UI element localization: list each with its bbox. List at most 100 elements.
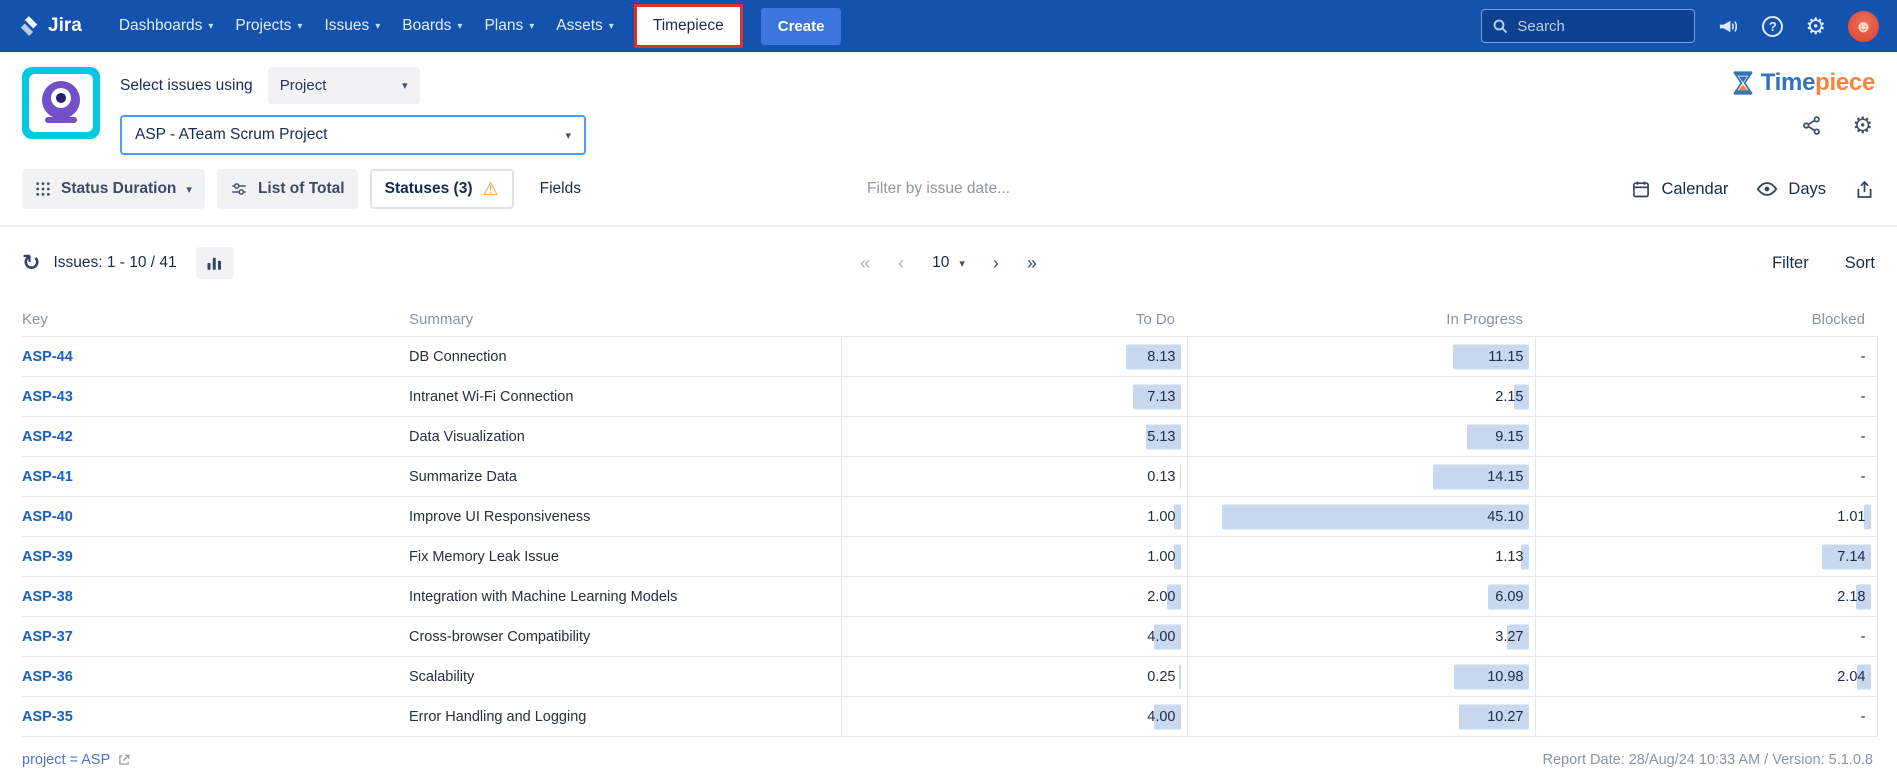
duration-value: 7.14 [1837,549,1876,565]
duration-value: 2.18 [1837,589,1876,605]
external-link-icon [117,753,131,767]
cell-summary: Improve UI Responsiveness [409,497,841,537]
cell-key: ASP-38 [22,577,409,617]
duration-value: 2.04 [1837,669,1876,685]
eye-icon [1756,178,1778,200]
refresh-icon[interactable]: ↻ [22,252,40,274]
share-icon[interactable] [1801,115,1822,136]
prev-page-button[interactable]: ‹ [898,254,904,272]
table-row: ASP-41Summarize Data0.1314.15- [22,457,1877,497]
help-icon[interactable]: ? [1762,16,1783,37]
nav-item-label: Assets [556,17,603,35]
status-duration-dropdown[interactable]: Status Duration ▾ [22,169,205,209]
select-mode-dropdown[interactable]: Project ▾ [268,67,420,104]
report-settings-gear-icon[interactable]: ⚙ [1852,114,1873,137]
alien-mascot-icon [42,81,80,119]
jira-logo[interactable]: Jira [18,15,82,37]
chart-view-button[interactable] [196,247,234,279]
issue-key-link[interactable]: ASP-44 [22,349,73,365]
cell-key: ASP-39 [22,537,409,577]
cell-key: ASP-35 [22,697,409,737]
nav-item-plans[interactable]: Plans▾ [473,8,545,44]
nav-item-assets[interactable]: Assets▾ [545,8,625,44]
project-dropdown[interactable]: ASP - ATeam Scrum Project ▾ [120,115,586,155]
duration-value: 7.13 [1147,389,1186,405]
issue-date-filter[interactable]: Filter by issue date... [867,180,1010,198]
cell-summary: Data Visualization [409,417,841,457]
select-mode-value: Project [280,77,327,94]
table-row: ASP-42Data Visualization5.139.15- [22,417,1877,457]
nav-item-boards[interactable]: Boards▾ [391,8,473,44]
nav-item-label: Issues [324,17,369,35]
column-header-in-progress[interactable]: In Progress [1187,303,1535,337]
issue-key-link[interactable]: ASP-38 [22,589,73,605]
issue-key-link[interactable]: ASP-37 [22,629,73,645]
settings-gear-icon[interactable]: ⚙ [1805,15,1826,38]
select-issues-label: Select issues using [120,77,253,95]
statuses-button[interactable]: Statuses (3) ⚠ [370,169,514,209]
page-size-select[interactable]: 10 ▾ [932,254,965,272]
issue-key-link[interactable]: ASP-39 [22,549,73,565]
search-input[interactable] [1517,18,1684,35]
nav-item-timepiece[interactable]: Timepiece [634,4,743,48]
navbar-search[interactable] [1481,9,1695,43]
issue-key-link[interactable]: ASP-42 [22,429,73,445]
nav-item-timepiece-label: Timepiece [653,17,724,34]
cell-in-progress: 10.98 [1187,657,1535,697]
column-header-blocked[interactable]: Blocked [1535,303,1877,337]
duration-value: - [1861,469,1877,485]
sort-button[interactable]: Sort [1845,254,1875,273]
cell-todo: 7.13 [841,377,1187,417]
duration-value: 4.00 [1147,629,1186,645]
table-row: ASP-44DB Connection8.1311.15- [22,337,1877,377]
column-header-todo[interactable]: To Do [841,303,1187,337]
nav-item-issues[interactable]: Issues▾ [313,8,391,44]
cell-summary: Fix Memory Leak Issue [409,537,841,577]
app-header: Select issues using Project ▾ ASP - ATea… [0,52,1897,165]
jql-filter-link[interactable]: project = ASP [22,752,131,768]
chevron-down-icon: ▾ [529,21,534,32]
issue-key-link[interactable]: ASP-43 [22,389,73,405]
list-of-total-button[interactable]: List of Total [217,169,358,209]
fields-button[interactable]: Fields [534,180,587,198]
table-row: ASP-36Scalability0.2510.982.04 [22,657,1877,697]
header-right: Timepiece ⚙ [1729,67,1875,155]
announcement-icon[interactable] [1717,15,1740,38]
avatar-face-icon: ☻ [1855,18,1873,35]
issue-key-link[interactable]: ASP-40 [22,509,73,525]
cell-in-progress: 10.27 [1187,697,1535,737]
last-page-button[interactable]: » [1027,254,1037,272]
hourglass-icon [1729,69,1757,97]
user-avatar[interactable]: ☻ [1848,11,1879,42]
first-page-button[interactable]: « [860,254,870,272]
statuses-label: Statuses (3) [385,180,473,198]
status-duration-label: Status Duration [61,180,176,198]
nav-item-projects[interactable]: Projects▾ [224,8,313,44]
duration-value: 0.25 [1147,669,1186,685]
jql-filter-text: project = ASP [22,752,110,768]
cell-todo: 1.00 [841,537,1187,577]
duration-value: 2.00 [1147,589,1186,605]
issue-key-link[interactable]: ASP-41 [22,469,73,485]
nav-item-label: Dashboards [119,17,203,35]
nav-item-dashboards[interactable]: Dashboards▾ [108,8,225,44]
duration-value: 45.10 [1487,509,1534,525]
duration-value: 1.00 [1147,549,1186,565]
next-page-button[interactable]: › [993,254,999,272]
filter-button[interactable]: Filter [1772,254,1809,273]
duration-value: 2.15 [1495,389,1534,405]
export-icon[interactable] [1854,179,1875,200]
days-view-button[interactable]: Days [1756,178,1826,200]
cell-todo: 0.13 [841,457,1187,497]
column-header-summary[interactable]: Summary [409,303,841,337]
cell-in-progress: 11.15 [1187,337,1535,377]
cell-in-progress: 14.15 [1187,457,1535,497]
calendar-view-button[interactable]: Calendar [1631,179,1728,199]
create-button[interactable]: Create [761,8,842,45]
cell-in-progress: 6.09 [1187,577,1535,617]
toolbar-left: Status Duration ▾ List of Total Statuses… [22,169,587,209]
cell-blocked: 2.04 [1535,657,1877,697]
column-header-key[interactable]: Key [22,303,409,337]
issue-key-link[interactable]: ASP-36 [22,669,73,685]
issue-key-link[interactable]: ASP-35 [22,709,73,725]
